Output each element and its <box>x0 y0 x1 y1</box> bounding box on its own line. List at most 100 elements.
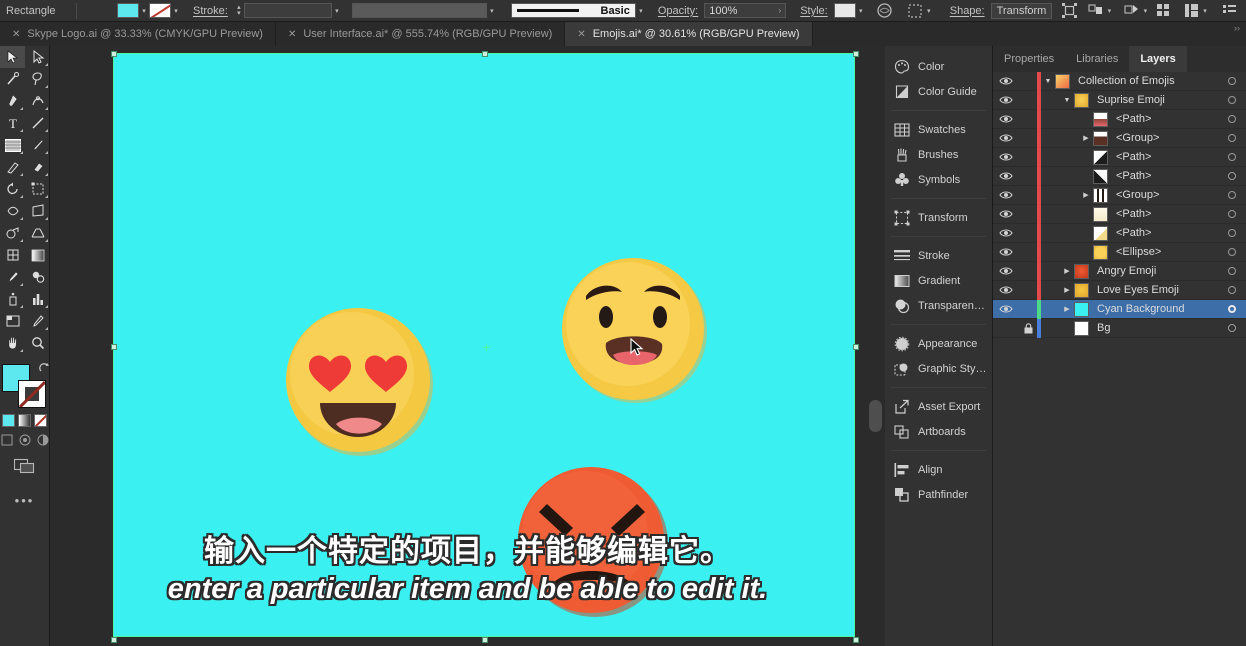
chevron-down-icon[interactable]: ▾ <box>636 7 646 15</box>
selection-handle-se[interactable] <box>853 637 859 643</box>
perspective-grid-tool[interactable] <box>25 222 50 244</box>
hand-tool[interactable] <box>0 332 25 354</box>
dock-item-gradient[interactable]: Gradient <box>885 268 992 293</box>
symbol-sprayer-tool[interactable] <box>0 288 25 310</box>
more-tools-icon[interactable]: ••• <box>15 493 35 508</box>
color-button[interactable] <box>2 414 15 427</box>
eye-icon[interactable] <box>993 171 1019 181</box>
close-icon[interactable]: ✕ <box>288 29 296 40</box>
layer-target-indicator[interactable] <box>1228 134 1236 142</box>
artboard-tool[interactable] <box>0 310 25 332</box>
dock-item-brushes[interactable]: Brushes <box>885 142 992 167</box>
layer-target-indicator[interactable] <box>1228 267 1236 275</box>
direct-selection-tool[interactable] <box>25 46 50 68</box>
chevron-right-icon[interactable]: ▶ <box>1079 134 1093 142</box>
chevron-down-icon[interactable]: ▾ <box>139 7 149 15</box>
eye-icon[interactable] <box>993 190 1019 200</box>
tab-libraries[interactable]: Libraries <box>1065 46 1129 72</box>
layer-row[interactable]: <Path> <box>993 147 1246 167</box>
type-tool[interactable]: T <box>0 112 25 134</box>
stroke-profile-field[interactable]: Basic <box>510 3 636 18</box>
chevron-down-icon[interactable]: ▾ <box>1140 7 1150 15</box>
selection-handle-sw[interactable] <box>111 637 117 643</box>
layer-target-indicator[interactable] <box>1228 248 1236 256</box>
tab-overflow-icon[interactable]: ›› <box>813 22 1246 46</box>
layer-row[interactable]: <Ellipse> <box>993 242 1246 262</box>
dock-item-graphic-styles[interactable]: Graphic Sty… <box>885 356 992 381</box>
none-button[interactable] <box>34 414 47 427</box>
layer-name[interactable]: Love Eyes Emoji <box>1089 284 1179 296</box>
style-swatch[interactable] <box>833 3 856 18</box>
close-icon[interactable]: ✕ <box>12 29 20 40</box>
layer-target-indicator[interactable] <box>1228 324 1236 332</box>
dock-item-align[interactable]: Align <box>885 457 992 482</box>
dock-item-symbols[interactable]: Symbols <box>885 167 992 192</box>
document-tab-2[interactable]: ✕ Emojis.ai* @ 30.61% (RGB/GPU Preview) <box>565 22 813 46</box>
love-eyes-emoji[interactable] <box>282 304 437 459</box>
layer-name[interactable]: <Group> <box>1108 132 1159 144</box>
dock-item-color-guide[interactable]: Color Guide <box>885 79 992 104</box>
arrange-documents-icon[interactable] <box>1182 3 1200 19</box>
chevron-down-icon[interactable]: ▾ <box>856 7 866 15</box>
opacity-field[interactable]: 100% › <box>704 3 787 18</box>
chevron-down-icon[interactable]: ▾ <box>171 7 181 15</box>
free-transform-tool[interactable] <box>25 200 50 222</box>
chevron-right-icon[interactable]: ▶ <box>1079 191 1093 199</box>
eye-icon[interactable] <box>993 133 1019 143</box>
chevron-right-icon[interactable]: ▶ <box>1060 286 1074 294</box>
scale-tool[interactable] <box>25 178 50 200</box>
eye-icon[interactable] <box>993 76 1019 86</box>
dock-item-asset-export[interactable]: Asset Export <box>885 394 992 419</box>
layer-target-indicator[interactable] <box>1228 96 1236 104</box>
layer-target-indicator[interactable] <box>1228 115 1236 123</box>
lasso-tool[interactable] <box>25 68 50 90</box>
chevron-down-icon[interactable]: ▾ <box>487 7 497 15</box>
shaper-tool[interactable] <box>0 156 25 178</box>
chevron-down-icon[interactable]: ▾ <box>332 7 342 15</box>
tab-layers[interactable]: Layers <box>1129 46 1187 72</box>
eye-icon[interactable] <box>993 285 1019 295</box>
align-icon[interactable] <box>1060 3 1078 19</box>
layer-name[interactable]: Suprise Emoji <box>1089 94 1165 106</box>
document-tab-1[interactable]: ✕ User Interface.ai* @ 555.74% (RGB/GPU … <box>276 22 566 46</box>
mesh-tool[interactable] <box>0 244 25 266</box>
panel-list-icon[interactable] <box>1220 3 1238 19</box>
pen-tool[interactable] <box>0 90 25 112</box>
chevron-right-icon[interactable]: ▶ <box>1060 305 1074 313</box>
eye-icon[interactable] <box>993 304 1019 314</box>
layer-row[interactable]: ▼ Suprise Emoji <box>993 90 1246 110</box>
layer-row[interactable]: ▼ Collection of Emojis <box>993 71 1246 91</box>
screen-mode-icon[interactable] <box>13 456 36 477</box>
dock-item-transparency[interactable]: Transparen… <box>885 293 992 318</box>
layer-name[interactable]: <Path> <box>1108 170 1151 182</box>
dock-item-appearance[interactable]: Appearance <box>885 331 992 356</box>
dock-item-swatches[interactable]: Swatches <box>885 117 992 142</box>
magic-wand-tool[interactable] <box>0 68 25 90</box>
layer-row[interactable]: <Path> <box>993 109 1246 129</box>
dock-item-color[interactable]: Color <box>885 54 992 79</box>
layer-row[interactable]: ▶ Love Eyes Emoji <box>993 280 1246 300</box>
grid-icon[interactable] <box>1154 3 1172 19</box>
line-segment-tool[interactable] <box>25 112 50 134</box>
canvas-area[interactable]: 输入一个特定的项目，并能够编辑它。 enter a particular ite… <box>50 46 885 646</box>
layer-name[interactable]: <Group> <box>1108 189 1159 201</box>
dock-item-pathfinder[interactable]: Pathfinder <box>885 482 992 507</box>
layer-name[interactable]: <Ellipse> <box>1108 246 1161 258</box>
eyedropper-tool[interactable] <box>0 266 25 288</box>
rotate-tool[interactable] <box>0 178 25 200</box>
stroke-swatch[interactable] <box>149 3 171 18</box>
opacity-flyout-icon[interactable]: › <box>779 6 782 15</box>
eye-icon[interactable] <box>993 266 1019 276</box>
slice-tool[interactable] <box>25 310 50 332</box>
rectangle-tool[interactable] <box>0 134 25 156</box>
column-graph-tool[interactable] <box>25 288 50 310</box>
eye-icon[interactable] <box>993 114 1019 124</box>
eraser-tool[interactable] <box>25 156 50 178</box>
paintbrush-tool[interactable] <box>25 134 50 156</box>
chevron-down-icon[interactable]: ▾ <box>1104 7 1114 15</box>
layer-row[interactable]: <Path> <box>993 223 1246 243</box>
layer-name[interactable]: <Path> <box>1108 208 1151 220</box>
dock-item-transform[interactable]: Transform <box>885 205 992 230</box>
layer-row[interactable]: ▶ <Group> <box>993 128 1246 148</box>
select-similar-icon[interactable] <box>906 3 924 19</box>
